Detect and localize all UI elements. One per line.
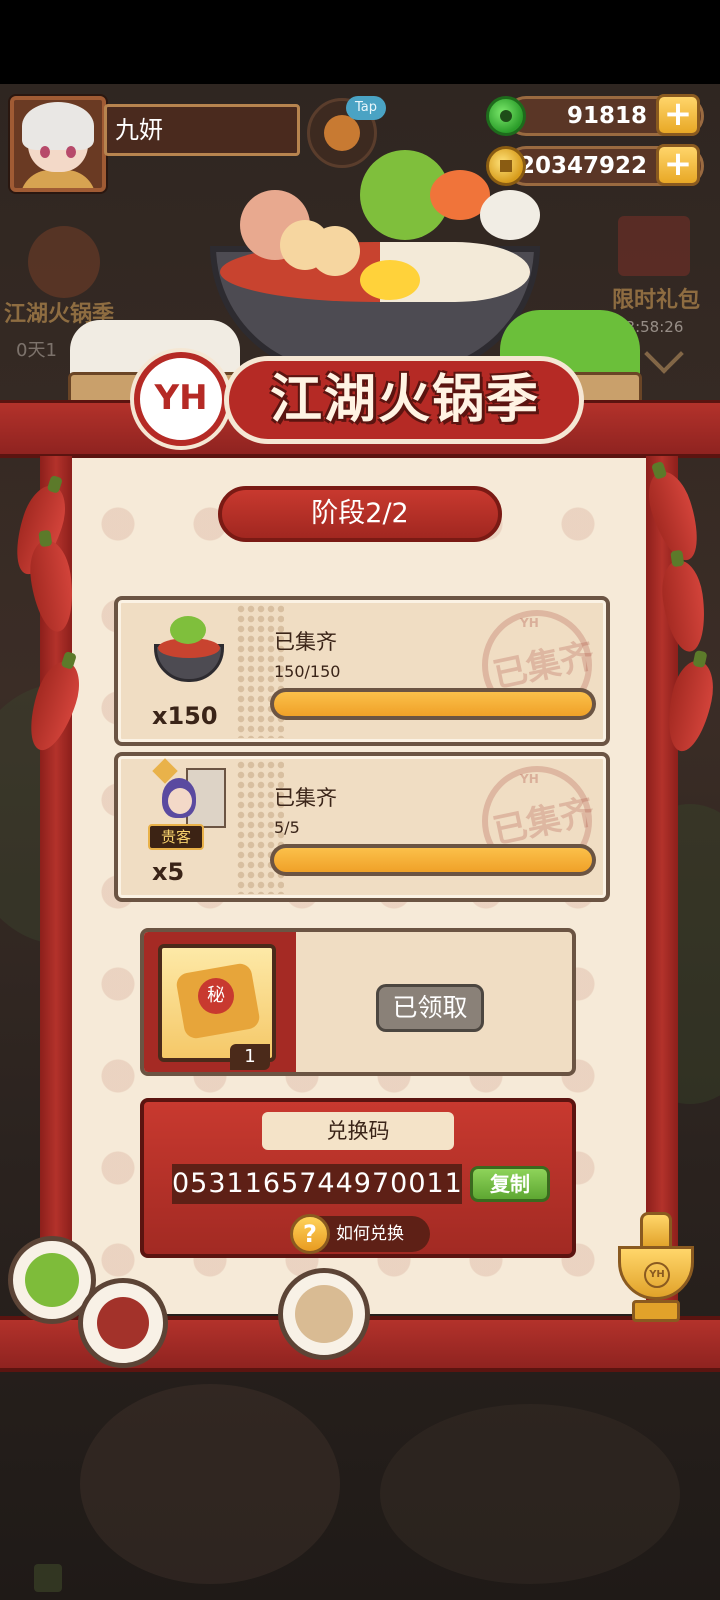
event-title: 江湖火锅季 xyxy=(269,370,540,430)
reward-seal: 秘 xyxy=(198,978,234,1014)
add-jade-button[interactable]: + xyxy=(656,94,700,136)
task-card: YH 已集齐 贵客 x5 已集齐 5/5 xyxy=(114,752,610,902)
reward-quantity: 1 xyxy=(230,1044,270,1070)
avatar-eye xyxy=(40,146,50,158)
task-progress-fill xyxy=(274,848,592,872)
redeem-code-label: 兑换码 xyxy=(262,1112,454,1150)
reward-card: 秘 1 已领取 xyxy=(140,928,576,1076)
redeem-code-value: 0531165744970011 xyxy=(172,1164,462,1204)
coin-currency-icon xyxy=(486,146,526,186)
redeem-code-card: 兑换码 0531165744970011 复制 如何兑换 ? xyxy=(140,1098,576,1258)
mascot-icon xyxy=(324,115,360,151)
corner-menu-button[interactable] xyxy=(34,1564,62,1592)
hotpot-icon xyxy=(148,610,228,690)
jade-currency-icon xyxy=(486,96,526,136)
task-count: x5 xyxy=(152,858,185,886)
chili-sauce-dish[interactable] xyxy=(78,1278,168,1368)
sesame-sauce-dish[interactable] xyxy=(278,1268,370,1360)
greens-icon xyxy=(25,1253,79,1307)
task-title: 已集齐 xyxy=(274,786,337,810)
avatar-eye xyxy=(66,146,76,158)
vip-tag: 贵客 xyxy=(148,824,204,850)
claimed-button[interactable]: 已领取 xyxy=(376,984,484,1032)
avatar-hair xyxy=(22,102,94,150)
sesame-sauce-icon xyxy=(295,1285,353,1343)
avatar-body xyxy=(20,170,96,188)
task-title: 已集齐 xyxy=(274,630,337,654)
stamp-yh: YH xyxy=(520,616,539,630)
add-coin-button[interactable]: + xyxy=(656,144,700,186)
copy-button[interactable]: 复制 xyxy=(470,1166,550,1202)
trophy-top xyxy=(640,1212,672,1250)
task-progress-text: 150/150 xyxy=(274,662,341,681)
trophy-yh-mark: YH xyxy=(644,1262,670,1288)
task-card: YH 已集齐 x150 已集齐 150/150 xyxy=(114,596,610,746)
question-icon: ? xyxy=(290,1214,330,1254)
player-name: 九妍 xyxy=(104,104,300,156)
trophy-base xyxy=(632,1300,680,1322)
player-avatar[interactable] xyxy=(10,96,106,192)
tap-badge: Tap xyxy=(346,96,386,120)
task-progress-bar xyxy=(270,688,596,720)
task-progress-fill xyxy=(274,692,592,716)
yh-logo: YH xyxy=(134,352,228,446)
golden-trophy[interactable]: YH xyxy=(600,1208,710,1328)
stage-label: 阶段2/2 xyxy=(218,486,502,542)
chili-sauce-icon xyxy=(97,1297,149,1349)
task-progress-text: 5/5 xyxy=(274,818,300,837)
task-count: x150 xyxy=(152,702,218,730)
stamp-yh: YH xyxy=(520,772,539,786)
task-progress-bar xyxy=(270,844,596,876)
